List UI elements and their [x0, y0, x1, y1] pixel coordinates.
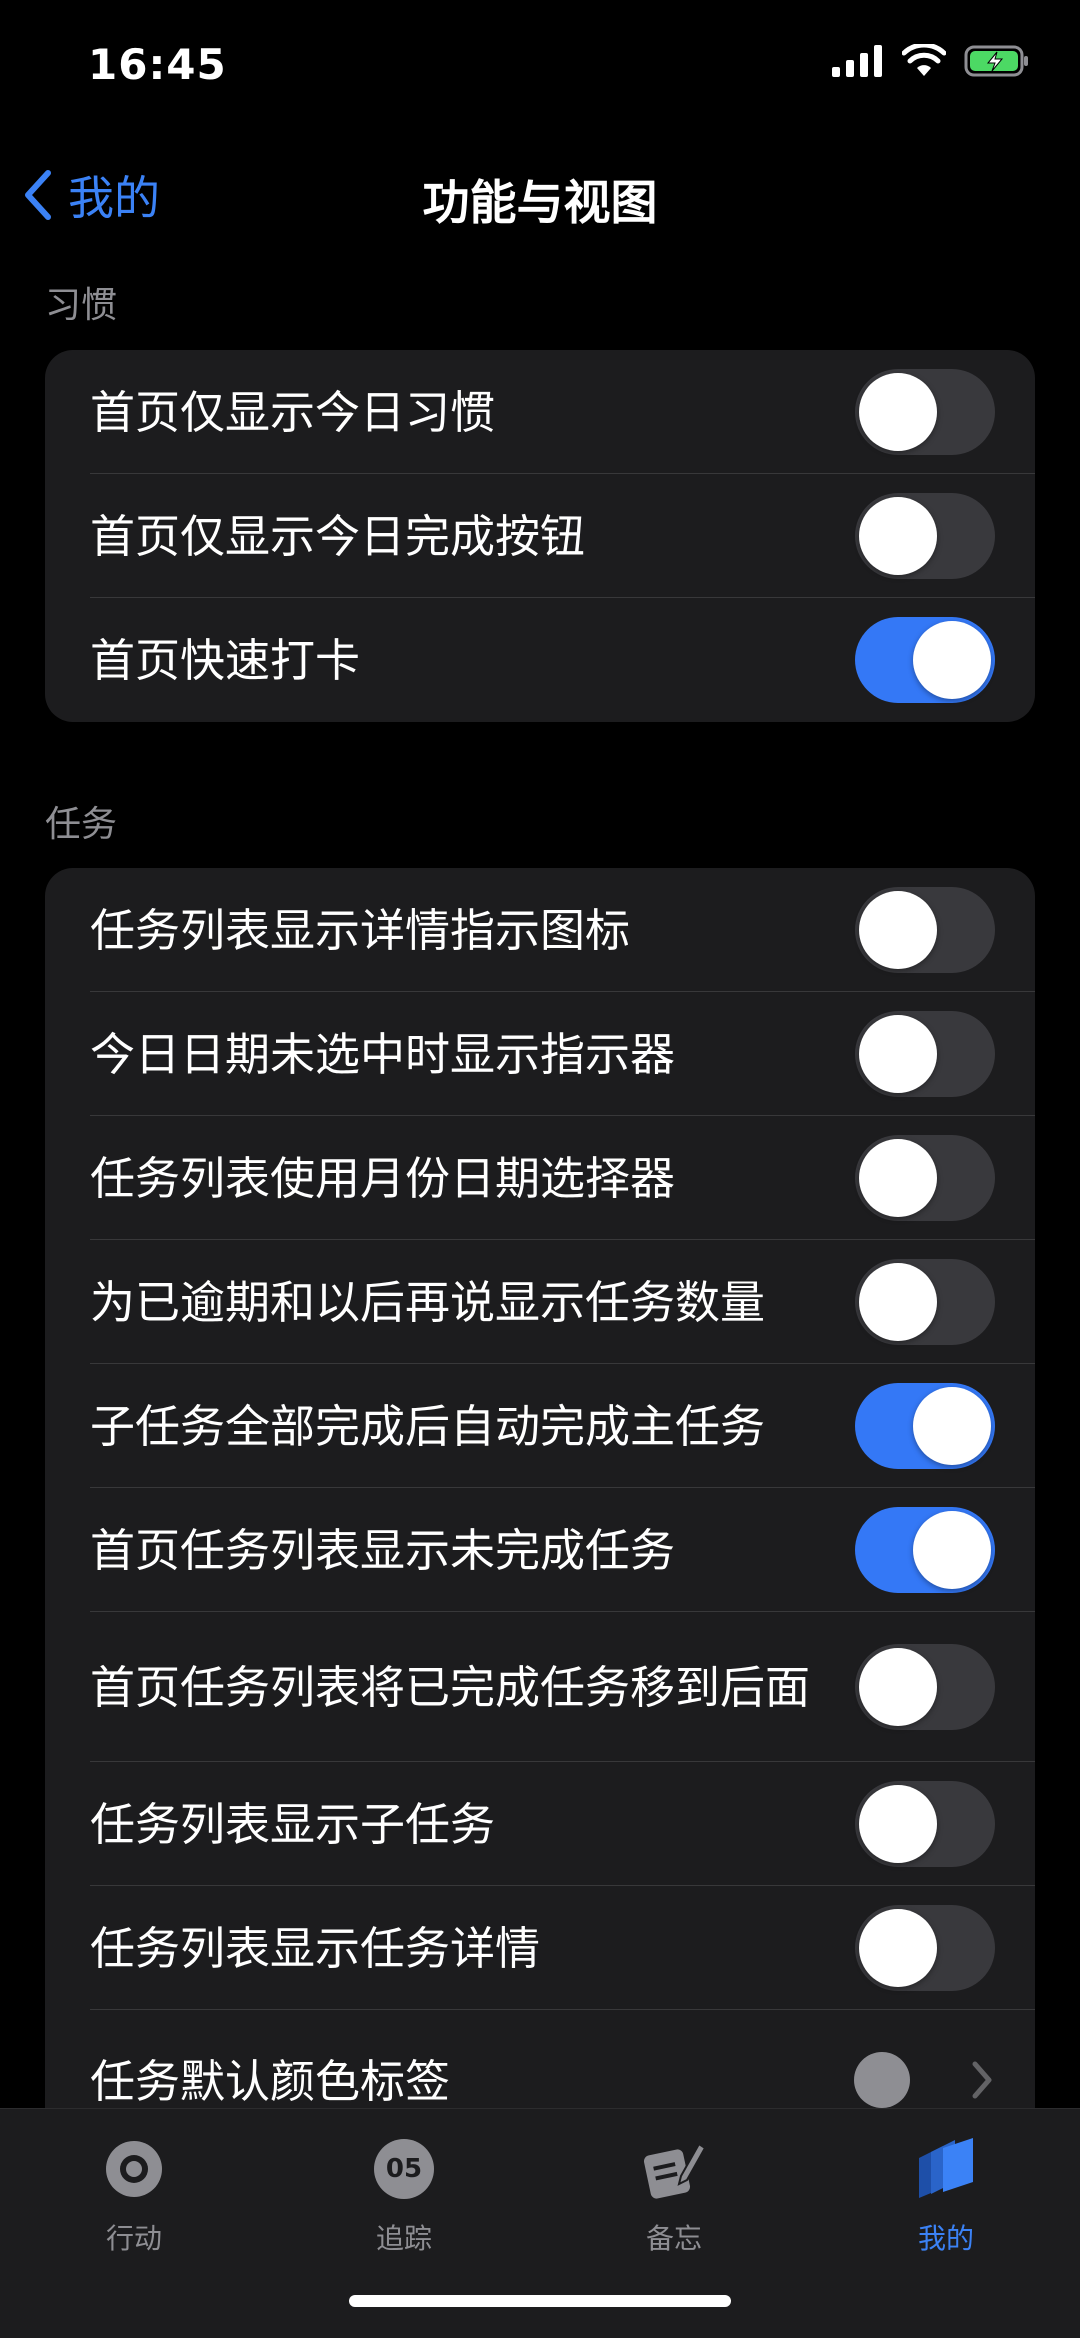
setting-row: 子任务全部完成后自动完成主任务 — [45, 1364, 1035, 1488]
setting-label: 首页快速打卡 — [90, 633, 361, 687]
setting-row: 首页快速打卡 — [45, 598, 1035, 722]
toggle-switch[interactable] — [855, 617, 995, 703]
setting-row: 首页仅显示今日完成按钮 — [45, 474, 1035, 598]
toggle-knob — [859, 1909, 937, 1987]
color-swatch — [854, 2052, 910, 2108]
target-icon — [34, 2129, 234, 2209]
stack-cards-icon — [846, 2129, 1046, 2209]
toggle-knob — [859, 373, 937, 451]
toggle-knob — [859, 497, 937, 575]
status-bar: 16:45 — [0, 0, 1080, 140]
setting-label: 任务列表显示任务详情 — [90, 1921, 541, 1975]
setting-label: 任务默认颜色标签 — [90, 2055, 451, 2108]
calendar-badge-icon: 05 — [304, 2129, 504, 2209]
toggle-switch[interactable] — [855, 493, 995, 579]
toggle-knob — [913, 621, 991, 699]
tab-action[interactable]: 行动 — [34, 2129, 234, 2257]
tab-tracking[interactable]: 05 追踪 — [304, 2129, 504, 2257]
cellular-signal-icon — [832, 45, 882, 77]
toggle-knob — [859, 1785, 937, 1863]
setting-row: 为已逾期和以后再说显示任务数量 — [45, 1240, 1035, 1364]
setting-label: 首页仅显示今日完成按钮 — [90, 509, 586, 563]
toggle-knob — [859, 891, 937, 969]
toggle-switch[interactable] — [855, 1781, 995, 1867]
chevron-right-icon — [972, 2061, 992, 2099]
toggle-knob — [859, 1648, 937, 1726]
toggle-switch[interactable] — [855, 1905, 995, 1991]
settings-group-habits: 首页仅显示今日习惯 首页仅显示今日完成按钮 首页快速打卡 — [45, 350, 1035, 722]
tab-label: 追踪 — [375, 2222, 432, 2255]
memo-pen-icon — [574, 2129, 774, 2209]
wifi-icon — [902, 44, 946, 76]
setting-row: 任务列表显示详情指示图标 — [45, 868, 1035, 992]
toggle-switch[interactable] — [855, 887, 995, 973]
toggle-knob — [913, 1511, 991, 1589]
toggle-switch[interactable] — [855, 1383, 995, 1469]
toggle-switch[interactable] — [855, 1135, 995, 1221]
setting-label: 任务列表显示详情指示图标 — [90, 903, 631, 957]
setting-label: 首页任务列表显示未完成任务 — [90, 1523, 676, 1577]
page-title: 功能与视图 — [422, 176, 658, 231]
toggle-switch[interactable] — [855, 1644, 995, 1730]
toggle-knob — [913, 1387, 991, 1465]
setting-label: 任务列表显示子任务 — [90, 1797, 496, 1851]
tab-memo[interactable]: 备忘 — [574, 2129, 774, 2257]
tracking-badge: 05 — [374, 2139, 434, 2199]
tab-label: 行动 — [105, 2222, 162, 2255]
setting-label: 子任务全部完成后自动完成主任务 — [90, 1399, 766, 1453]
settings-group-tasks: 任务列表显示详情指示图标 今日日期未选中时显示指示器 任务列表使用月份日期选择器… — [45, 868, 1035, 2108]
setting-row: 任务列表显示任务详情 — [45, 1886, 1035, 2010]
battery-charging-icon — [964, 45, 1028, 77]
toggle-knob — [859, 1015, 937, 1093]
setting-row: 首页仅显示今日习惯 — [45, 350, 1035, 474]
setting-label: 今日日期未选中时显示指示器 — [90, 1027, 676, 1081]
tab-label: 备忘 — [645, 2222, 702, 2255]
toggle-switch[interactable] — [855, 1507, 995, 1593]
setting-label: 首页任务列表将已完成任务移到后面 — [90, 1660, 811, 1714]
toggle-switch[interactable] — [855, 1011, 995, 1097]
navigation-bar: 我的 功能与视图 — [0, 150, 1080, 240]
toggle-knob — [859, 1263, 937, 1341]
section-header-habits: 习惯 — [45, 285, 118, 326]
toggle-switch[interactable] — [855, 1259, 995, 1345]
status-time: 16:45 — [88, 40, 227, 89]
home-indicator — [349, 2295, 731, 2307]
tab-bar: 行动 05 追踪 备忘 我的 — [0, 2108, 1080, 2338]
status-icons — [832, 44, 1030, 78]
setting-label: 为已逾期和以后再说显示任务数量 — [90, 1275, 766, 1329]
setting-row: 任务列表显示子任务 — [45, 1762, 1035, 1886]
section-header-tasks: 任务 — [45, 804, 118, 845]
toggle-switch[interactable] — [855, 369, 995, 455]
setting-row-color-tag[interactable]: 任务默认颜色标签 — [45, 2010, 1035, 2108]
setting-row: 首页任务列表显示未完成任务 — [45, 1488, 1035, 1612]
setting-row: 今日日期未选中时显示指示器 — [45, 992, 1035, 1116]
tab-label: 我的 — [917, 2222, 974, 2255]
setting-row: 任务列表使用月份日期选择器 — [45, 1116, 1035, 1240]
tab-mine[interactable]: 我的 — [846, 2129, 1046, 2257]
setting-label: 首页仅显示今日习惯 — [90, 385, 496, 439]
setting-label: 任务列表使用月份日期选择器 — [90, 1151, 676, 1205]
setting-row: 首页任务列表将已完成任务移到后面 — [45, 1612, 1035, 1762]
toggle-knob — [859, 1139, 937, 1217]
